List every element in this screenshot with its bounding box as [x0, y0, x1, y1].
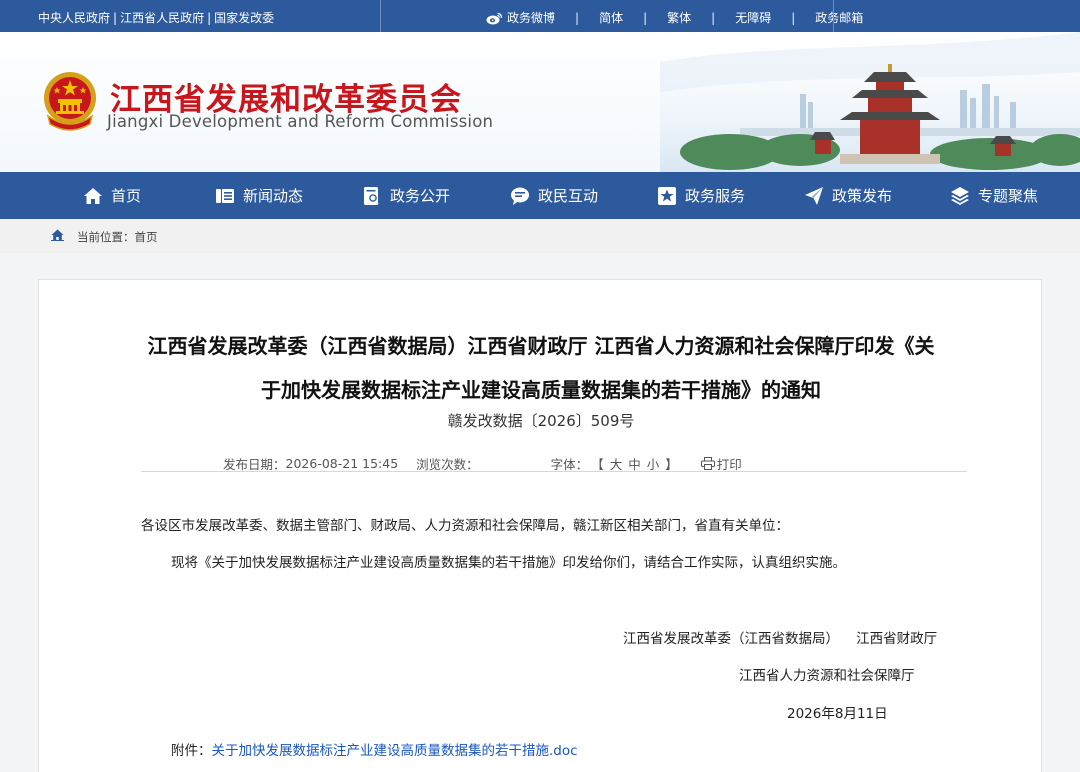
- nav-label: 政务公开: [390, 187, 451, 205]
- font-small-button[interactable]: 小: [647, 457, 660, 472]
- nav-item-home[interactable]: 首页: [83, 172, 141, 219]
- attachment: 附件：关于加快发展数据标注产业建设高质量数据集的若干措施.doc: [171, 739, 578, 759]
- signature-issuer-hr: 江西省人力资源和社会保障厅: [739, 668, 915, 684]
- link-central-gov[interactable]: 中央人民政府: [38, 11, 110, 25]
- article-body: 现将《关于加快发展数据标注产业建设高质量数据集的若干措施》印发给你们，请结合工作…: [171, 555, 846, 571]
- nav-item-topics[interactable]: 专题聚焦: [950, 172, 1038, 219]
- nav-label: 政策发布: [832, 187, 893, 205]
- nav-label: 专题聚焦: [978, 187, 1039, 205]
- link-ndrc[interactable]: 国家发改委: [214, 11, 274, 25]
- separator: |: [791, 10, 796, 25]
- bracket: 【: [591, 457, 604, 472]
- divider: [380, 0, 381, 32]
- breadcrumb: 当前位置：首页: [0, 219, 1080, 253]
- nav-item-interaction[interactable]: 政民互动: [510, 172, 598, 219]
- sign-date: 2026年8月11日: [787, 706, 888, 722]
- document-number: 赣发改数据〔2026〕509号: [447, 412, 635, 430]
- separator: |: [207, 11, 212, 25]
- bracket: 】: [665, 457, 678, 472]
- nav-label: 政民互动: [538, 187, 599, 205]
- gov-mail-link[interactable]: 政务邮箱: [815, 9, 863, 26]
- home-icon: [84, 187, 102, 204]
- attachment-link[interactable]: 关于加快发展数据标注产业建设高质量数据集的若干措施.doc: [212, 743, 578, 759]
- signature-issuers: 江西省发展改革委（江西省数据局） 江西省财政厅: [623, 631, 938, 647]
- national-emblem-icon[interactable]: [40, 70, 100, 132]
- accessibility-link[interactable]: 无障碍: [735, 9, 771, 26]
- publish-date: 2026-08-21 15:45: [285, 456, 399, 471]
- nav-item-service[interactable]: 政务服务: [657, 172, 745, 219]
- nav-item-news[interactable]: 新闻动态: [215, 172, 303, 219]
- main-nav: 首页 新闻动态 政务公开 政民互动 政务服务 政策发布 专题聚焦: [0, 172, 1080, 219]
- separator: |: [711, 10, 716, 25]
- article-title-line: 江西省发展改革委（江西省数据局）江西省财政厅 江西省人力资源和社会保障厅印发《关: [147, 334, 935, 358]
- link-jiangxi-gov[interactable]: 江西省人民政府: [120, 11, 204, 25]
- nav-item-open-gov[interactable]: 政务公开: [362, 172, 450, 219]
- open-gov-icon: [364, 186, 379, 205]
- nav-item-policy[interactable]: 政策发布: [804, 172, 892, 219]
- site-header: 江西省发展和改革委员会 Jiangxi Development and Refo…: [0, 32, 1080, 172]
- service-icon: [658, 186, 676, 205]
- site-title-en: Jiangxi Development and Reform Commissio…: [107, 112, 494, 131]
- font-medium-button[interactable]: 中: [628, 457, 641, 472]
- pavilion-skyline-banner: [660, 32, 1080, 172]
- separator: |: [575, 10, 580, 25]
- attachment-label: 附件：: [171, 743, 212, 759]
- font-large-button[interactable]: 大: [610, 457, 623, 472]
- top-bar: 中央人民政府 | 江西省人民政府 | 国家发改委 政务微博 | 简体 | 繁体 | 无障…: [0, 0, 1080, 32]
- top-links: 中央人民政府 | 江西省人民政府 | 国家发改委: [38, 9, 274, 26]
- weibo-link[interactable]: 政务微博: [507, 9, 555, 26]
- layers-icon: [951, 186, 969, 205]
- article-card: 江西省发展改革委（江西省数据局）江西省财政厅 江西省人力资源和社会保障厅印发《关…: [38, 279, 1042, 772]
- chat-icon: [511, 187, 529, 205]
- article-title: 江西省发展改革委（江西省数据局）江西省财政厅 江西省人力资源和社会保障厅印发《关…: [39, 324, 1043, 412]
- separator: |: [643, 10, 648, 25]
- addressee: 各设区市发展改革委、数据主管部门、财政局、人力资源和社会保障局，赣江新区相关部门…: [141, 518, 789, 534]
- nav-label: 政务服务: [685, 187, 746, 205]
- article-title-line: 于加快发展数据标注产业建设高质量数据集的若干措施》的通知: [261, 378, 821, 402]
- separator: |: [113, 11, 118, 25]
- news-icon: [216, 188, 234, 203]
- divider: [141, 471, 967, 472]
- printer-icon: [700, 457, 715, 470]
- home-icon[interactable]: [51, 229, 64, 241]
- divider: [833, 0, 834, 32]
- send-icon: [805, 186, 823, 205]
- traditional-link[interactable]: 繁体: [667, 9, 691, 26]
- nav-label: 新闻动态: [243, 187, 304, 205]
- top-tools: 政务微博 | 简体 | 繁体 | 无障碍 | 政务邮箱: [486, 9, 863, 26]
- simplified-link[interactable]: 简体: [599, 9, 623, 26]
- breadcrumb-text[interactable]: 当前位置：首页: [77, 229, 158, 245]
- nav-label: 首页: [111, 187, 142, 205]
- weibo-icon: [486, 12, 503, 24]
